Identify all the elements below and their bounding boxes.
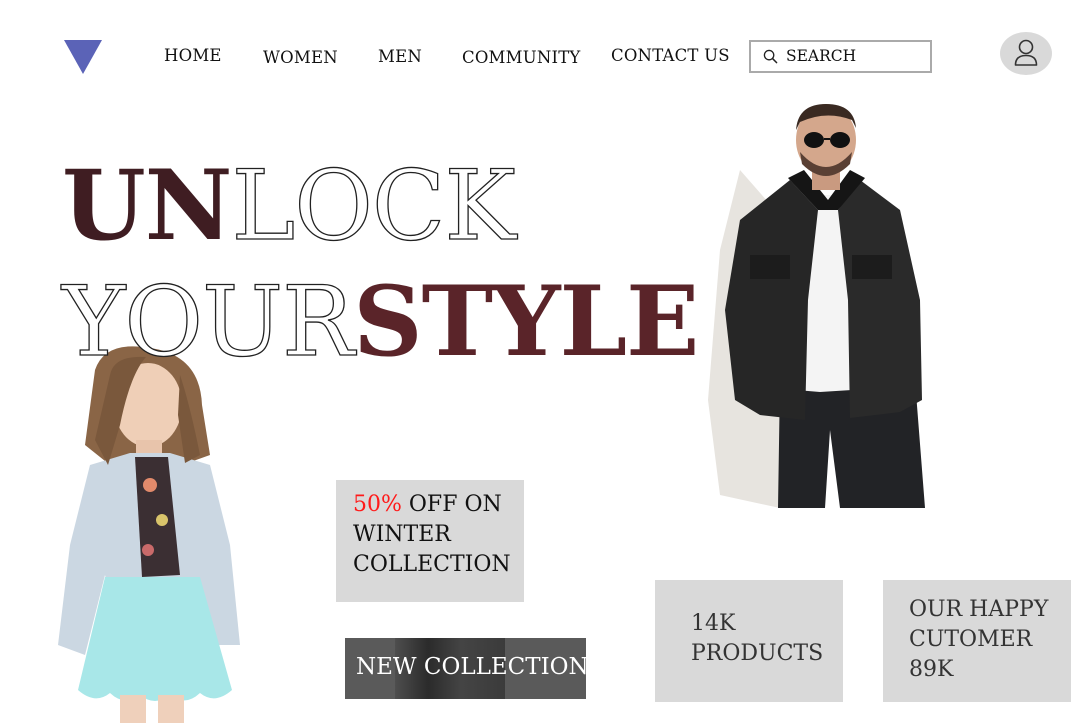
nav-item-women[interactable]: WOMEN [263, 48, 338, 67]
nav-item-community[interactable]: COMMUNITY [462, 48, 581, 67]
promo-line-3: COLLECTION [353, 552, 511, 577]
hero-word-your: YOUR [61, 266, 355, 378]
nav-item-contact-us[interactable]: CONTACT US [611, 46, 730, 65]
products-label: PRODUCTS [691, 641, 824, 666]
brand-logo-icon[interactable] [64, 40, 102, 74]
hero-word-style: STYLE [353, 265, 699, 378]
winter-sale-card[interactable]: 50% OFF ON WINTER COLLECTION [336, 480, 524, 602]
hero-word-lock: LOCK [231, 150, 517, 262]
promo-percent: 50% [353, 492, 402, 517]
new-collection-button[interactable]: NEW COLLECTION [345, 638, 586, 699]
promo-off-on: OFF ON [401, 492, 502, 517]
customers-count: 89K [909, 657, 954, 682]
search-icon [763, 49, 778, 64]
nav-item-men[interactable]: MEN [378, 47, 422, 66]
account-button[interactable] [1000, 32, 1052, 75]
nav-item-home[interactable]: HOME [164, 46, 222, 65]
products-count: 14K [691, 611, 736, 636]
promo-line-2: WINTER [353, 522, 451, 547]
male-model-photo [708, 104, 925, 508]
new-collection-label: NEW COLLECTION [356, 654, 586, 680]
products-stat-card: 14K PRODUCTS [655, 580, 843, 702]
customers-stat-card: OUR HAPPY CUTOMER 89K [883, 580, 1071, 702]
search-input[interactable] [786, 45, 921, 67]
promo-line-1: 50% OFF ON [353, 492, 502, 517]
user-icon [1014, 39, 1038, 66]
customers-label-1: OUR HAPPY [909, 597, 1049, 622]
hero-word-un: UN [62, 149, 232, 262]
customers-label-2: CUTOMER [909, 627, 1033, 652]
female-model-photo [58, 346, 240, 723]
search-box[interactable] [749, 40, 932, 73]
hero-headline-line1: UNLOCK [62, 157, 517, 254]
hero-headline-line2: YOURSTYLE [61, 273, 699, 370]
